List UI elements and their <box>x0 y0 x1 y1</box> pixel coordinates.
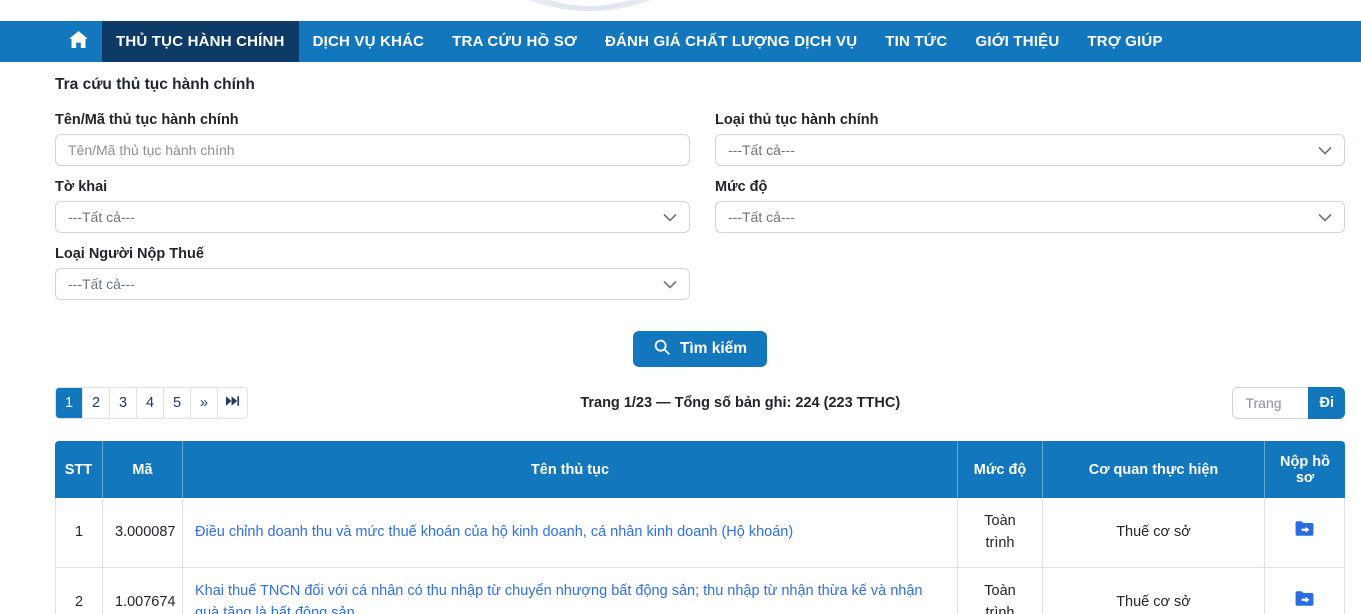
cell-level: Toàn trình <box>958 568 1043 614</box>
empty-grid-cell <box>715 246 1345 313</box>
taxpayer-type-select[interactable]: ---Tất cả--- <box>55 268 690 300</box>
nav-item-dich-vu-khac[interactable]: DỊCH VỤ KHÁC <box>299 21 439 62</box>
select-value: ---Tất cả--- <box>68 209 135 225</box>
cell-agency: Thuế cơ sở <box>1043 568 1265 614</box>
nav-item-thu-tuc-hanh-chinh[interactable]: THỦ TỤC HÀNH CHÍNH <box>102 21 299 62</box>
field-label: Loại Người Nộp Thuế <box>55 246 690 262</box>
chevron-down-icon <box>1318 142 1332 158</box>
page-button-1[interactable]: 1 <box>56 388 83 418</box>
select-value: ---Tất cả--- <box>728 209 795 225</box>
submit-dossier-button[interactable] <box>1294 520 1315 540</box>
field-taxpayer-type: Loại Người Nộp Thuế ---Tất cả--- <box>55 246 690 300</box>
chevron-down-icon <box>663 276 677 292</box>
procedure-name-input[interactable] <box>55 134 690 166</box>
search-icon <box>653 338 671 361</box>
cell-submit <box>1265 568 1345 614</box>
top-decorative-strip <box>0 0 1361 21</box>
main-content: Tra cứu thủ tục hành chính Tên/Mã thủ tụ… <box>0 62 1361 614</box>
page-title: Tra cứu thủ tục hành chính <box>55 76 1345 94</box>
header-ten-thu-tuc: Tên thủ tục <box>183 441 958 498</box>
procedures-table: STT Mã Tên thủ tục Mức độ Cơ quan thực h… <box>55 441 1345 614</box>
field-procedure-type: Loại thủ tục hành chính ---Tất cả--- <box>715 112 1345 166</box>
header-muc-do: Mức độ <box>958 441 1043 498</box>
search-form: Tên/Mã thủ tục hành chính Loại thủ tục h… <box>55 112 1345 313</box>
submit-dossier-button[interactable] <box>1294 590 1315 610</box>
cell-code: 3.000087 <box>103 498 183 568</box>
cell-agency: Thuế cơ sở <box>1043 498 1265 568</box>
procedure-link[interactable]: Khai thuế TNCN đối với cá nhân có thu nh… <box>195 583 922 614</box>
last-page-icon <box>225 395 240 411</box>
page-button-2[interactable]: 2 <box>83 388 110 418</box>
nav-item-gioi-thieu[interactable]: GIỚI THIỆU <box>961 21 1073 62</box>
cell-stt: 1 <box>55 498 103 568</box>
cell-stt: 2 <box>55 568 103 614</box>
header-co-quan: Cơ quan thực hiện <box>1043 441 1265 498</box>
home-button[interactable] <box>55 21 102 62</box>
cell-level: Toàn trình <box>958 498 1043 568</box>
procedure-type-select[interactable]: ---Tất cả--- <box>715 134 1345 166</box>
cell-submit <box>1265 498 1345 568</box>
table-header-row: STT Mã Tên thủ tục Mức độ Cơ quan thực h… <box>55 441 1345 498</box>
field-declaration: Tờ khai ---Tất cả--- <box>55 179 690 233</box>
header-stt: STT <box>55 441 103 498</box>
folder-submit-icon <box>1294 520 1315 540</box>
goto-page-button[interactable]: Đi <box>1308 387 1345 419</box>
search-button-row: Tìm kiếm <box>55 331 1345 367</box>
search-button[interactable]: Tìm kiếm <box>633 331 767 367</box>
header-ma: Mã <box>103 441 183 498</box>
nav-item-danh-gia-chat-luong[interactable]: ĐÁNH GIÁ CHẤT LƯỢNG DỊCH VỤ <box>591 21 871 62</box>
goto-page-group: Đi <box>1232 387 1345 419</box>
nav-item-tro-giup[interactable]: TRỢ GIÚP <box>1073 21 1176 62</box>
field-label: Loại thủ tục hành chính <box>715 112 1345 128</box>
field-label: Tên/Mã thủ tục hành chính <box>55 112 690 128</box>
table-row: 2 1.007674 Khai thuế TNCN đối với cá nhâ… <box>55 568 1345 614</box>
chevron-down-icon <box>1318 209 1332 225</box>
nav-item-tin-tuc[interactable]: TIN TỨC <box>871 21 961 62</box>
next-pages-button[interactable]: » <box>191 388 218 418</box>
folder-submit-icon <box>1294 590 1315 610</box>
main-navbar: THỦ TỤC HÀNH CHÍNH DỊCH VỤ KHÁC TRA CỨU … <box>0 21 1361 62</box>
level-select[interactable]: ---Tất cả--- <box>715 201 1345 233</box>
procedure-link[interactable]: Điều chỉnh doanh thu và mức thuế khoán c… <box>195 524 793 540</box>
pagination-row: 1 2 3 4 5 » Trang 1/23 — Tổng số bản ghi… <box>55 387 1345 419</box>
field-name-code: Tên/Mã thủ tục hành chính <box>55 112 690 166</box>
field-label: Mức độ <box>715 179 1345 195</box>
home-icon <box>69 31 88 53</box>
chevron-down-icon <box>663 209 677 225</box>
header-nop-ho-so: Nộp hồ sơ <box>1265 441 1345 498</box>
declaration-select[interactable]: ---Tất cả--- <box>55 201 690 233</box>
page-button-4[interactable]: 4 <box>137 388 164 418</box>
decorative-arc <box>418 0 762 11</box>
nav-item-tra-cuu-ho-so[interactable]: TRA CỨU HỒ SƠ <box>438 21 591 62</box>
goto-page-input[interactable] <box>1232 387 1308 419</box>
cell-code: 1.007674 <box>103 568 183 614</box>
last-page-button[interactable] <box>218 388 247 418</box>
pagination-summary: Trang 1/23 — Tổng số bản ghi: 224 (223 T… <box>580 395 900 411</box>
field-level: Mức độ ---Tất cả--- <box>715 179 1345 233</box>
field-label: Tờ khai <box>55 179 690 195</box>
pagination-group: 1 2 3 4 5 » <box>55 387 248 419</box>
cell-name: Điều chỉnh doanh thu và mức thuế khoán c… <box>183 498 958 568</box>
page-button-3[interactable]: 3 <box>110 388 137 418</box>
page-button-5[interactable]: 5 <box>164 388 191 418</box>
table-row: 1 3.000087 Điều chỉnh doanh thu và mức t… <box>55 498 1345 568</box>
select-value: ---Tất cả--- <box>728 142 795 158</box>
select-value: ---Tất cả--- <box>68 276 135 292</box>
search-button-label: Tìm kiếm <box>680 340 747 358</box>
cell-name: Khai thuế TNCN đối với cá nhân có thu nh… <box>183 568 958 614</box>
